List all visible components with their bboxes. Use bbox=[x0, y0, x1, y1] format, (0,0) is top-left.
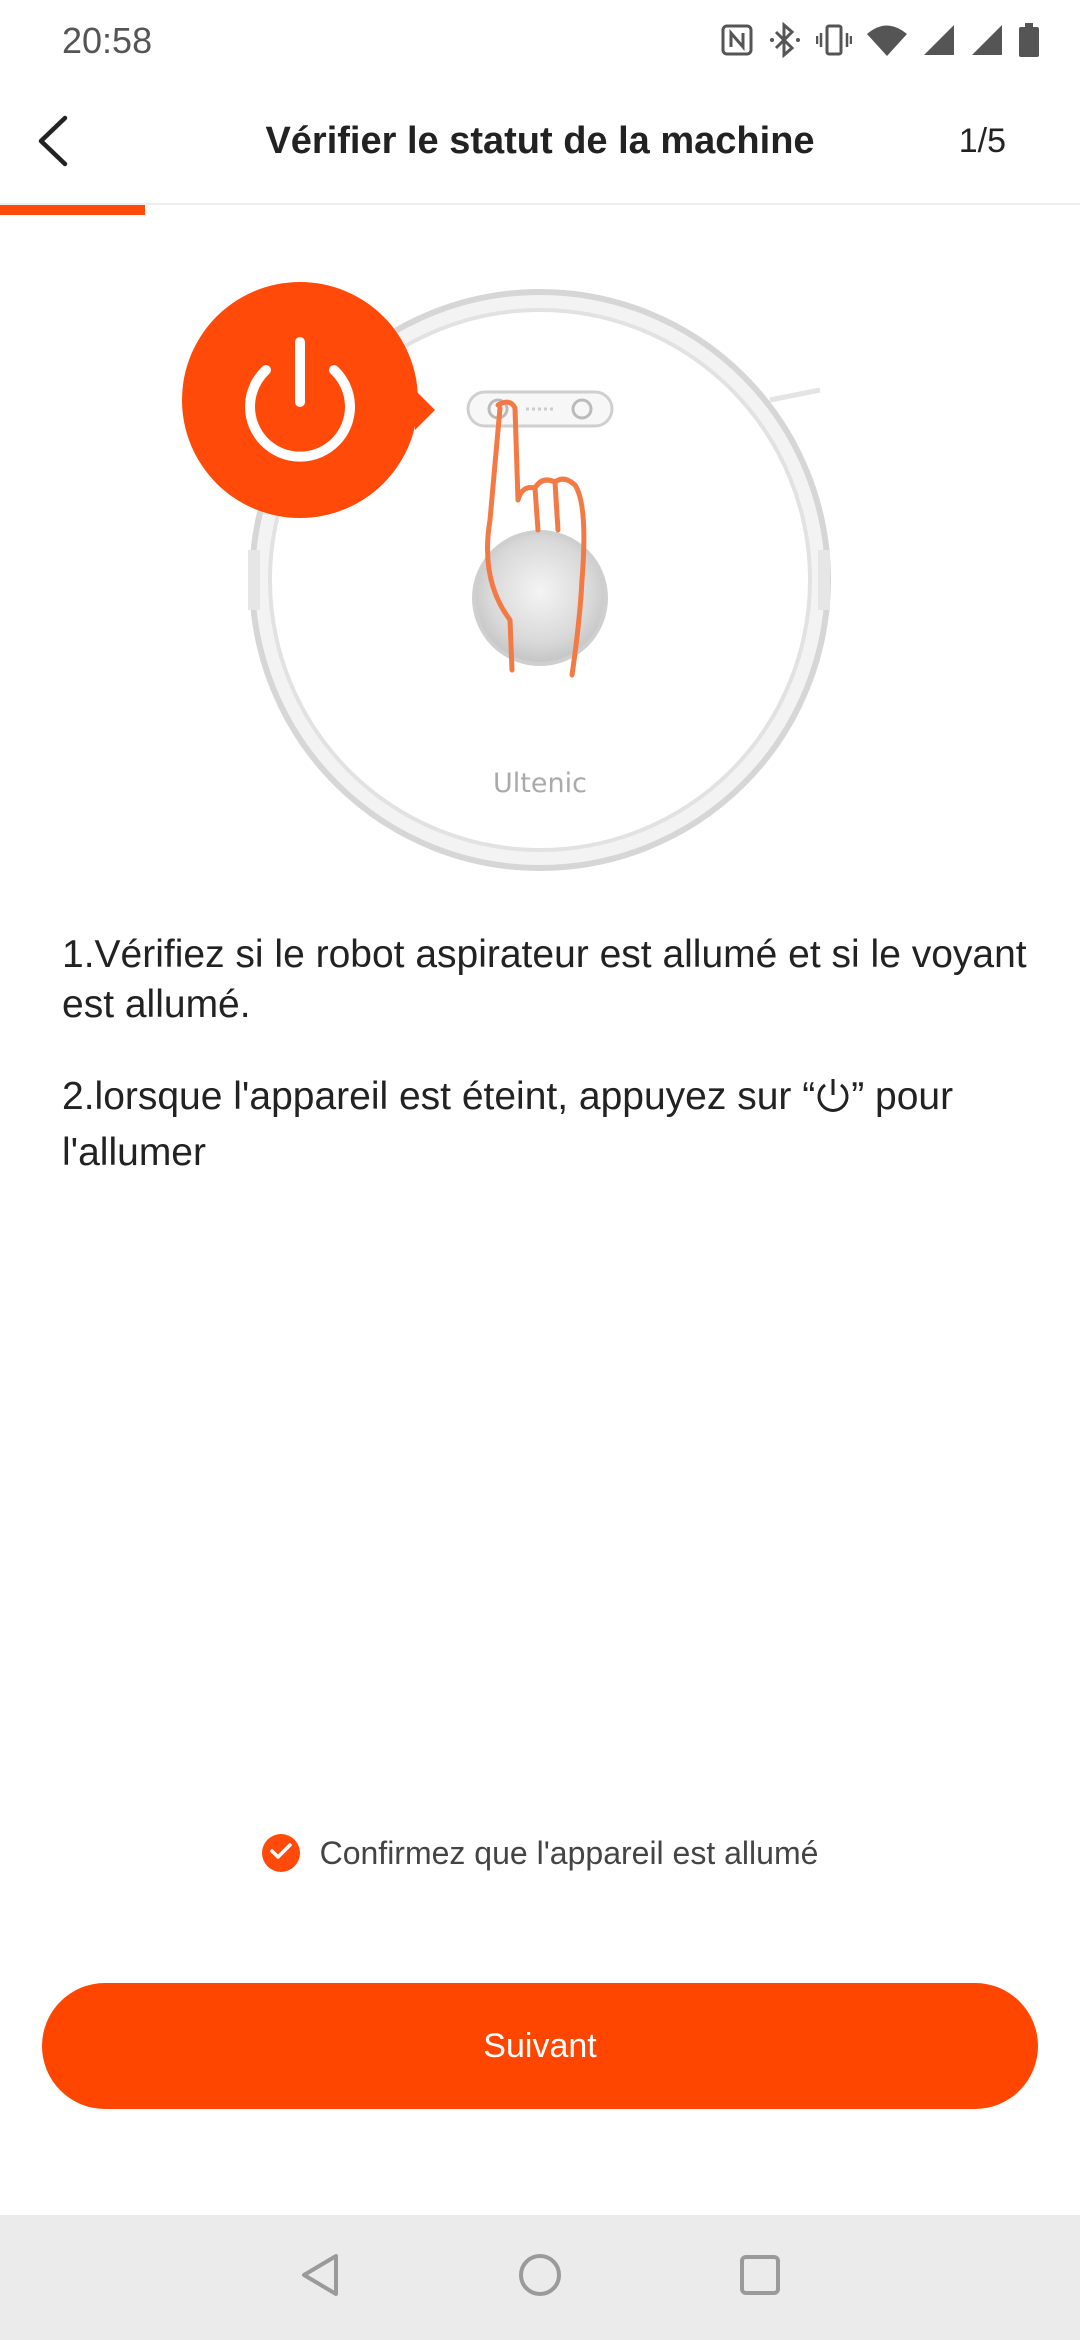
nav-back-button[interactable] bbox=[285, 2243, 355, 2313]
instruction-step-2-text: 2.lorsque l'appareil est éteint, appuyez… bbox=[62, 1075, 816, 1118]
instructions: 1.Vérifiez si le robot aspirateur est al… bbox=[62, 930, 1032, 1220]
signal-icon bbox=[922, 23, 956, 57]
status-icons bbox=[720, 18, 1040, 62]
navigation-bar bbox=[0, 2215, 1080, 2340]
nav-home-button[interactable] bbox=[505, 2243, 575, 2313]
next-button[interactable]: Suivant bbox=[42, 1983, 1038, 2109]
recents-square-icon bbox=[738, 2253, 782, 2302]
header: Vérifier le statut de la machine 1/5 bbox=[0, 80, 1080, 205]
instruction-step-1: 1.Vérifiez si le robot aspirateur est al… bbox=[62, 933, 1027, 1026]
power-icon bbox=[815, 1077, 851, 1128]
step-counter: 1/5 bbox=[958, 122, 1006, 160]
confirm-row: Confirmez que l'appareil est allumé bbox=[0, 1834, 1080, 1872]
page-title: Vérifier le statut de la machine bbox=[265, 120, 815, 162]
back-triangle-icon bbox=[298, 2252, 342, 2303]
nfc-icon bbox=[720, 23, 754, 57]
check-icon bbox=[269, 1841, 293, 1866]
progress-bar-fill bbox=[0, 205, 145, 215]
battery-icon bbox=[1018, 22, 1040, 58]
signal-icon bbox=[970, 23, 1004, 57]
chevron-left-icon bbox=[33, 115, 73, 172]
home-circle-icon bbox=[517, 2252, 563, 2303]
confirm-label: Confirmez que l'appareil est allumé bbox=[319, 1834, 819, 1871]
brand-logo: Ultenic bbox=[493, 768, 587, 799]
back-button[interactable] bbox=[18, 108, 88, 178]
wifi-icon bbox=[866, 23, 908, 57]
robot-illustration: Ultenic bbox=[170, 280, 850, 900]
confirm-checkbox[interactable] bbox=[261, 1834, 300, 1872]
bluetooth-icon bbox=[768, 22, 802, 58]
status-bar: 20:58 bbox=[0, 0, 1080, 80]
vibrate-icon bbox=[816, 22, 852, 58]
progress-bar bbox=[0, 205, 1080, 215]
instruction-step-2: 2.lorsque l'appareil est éteint, appuyez… bbox=[62, 1072, 1032, 1178]
nav-recents-button[interactable] bbox=[725, 2243, 795, 2313]
status-time: 20:58 bbox=[62, 20, 153, 61]
